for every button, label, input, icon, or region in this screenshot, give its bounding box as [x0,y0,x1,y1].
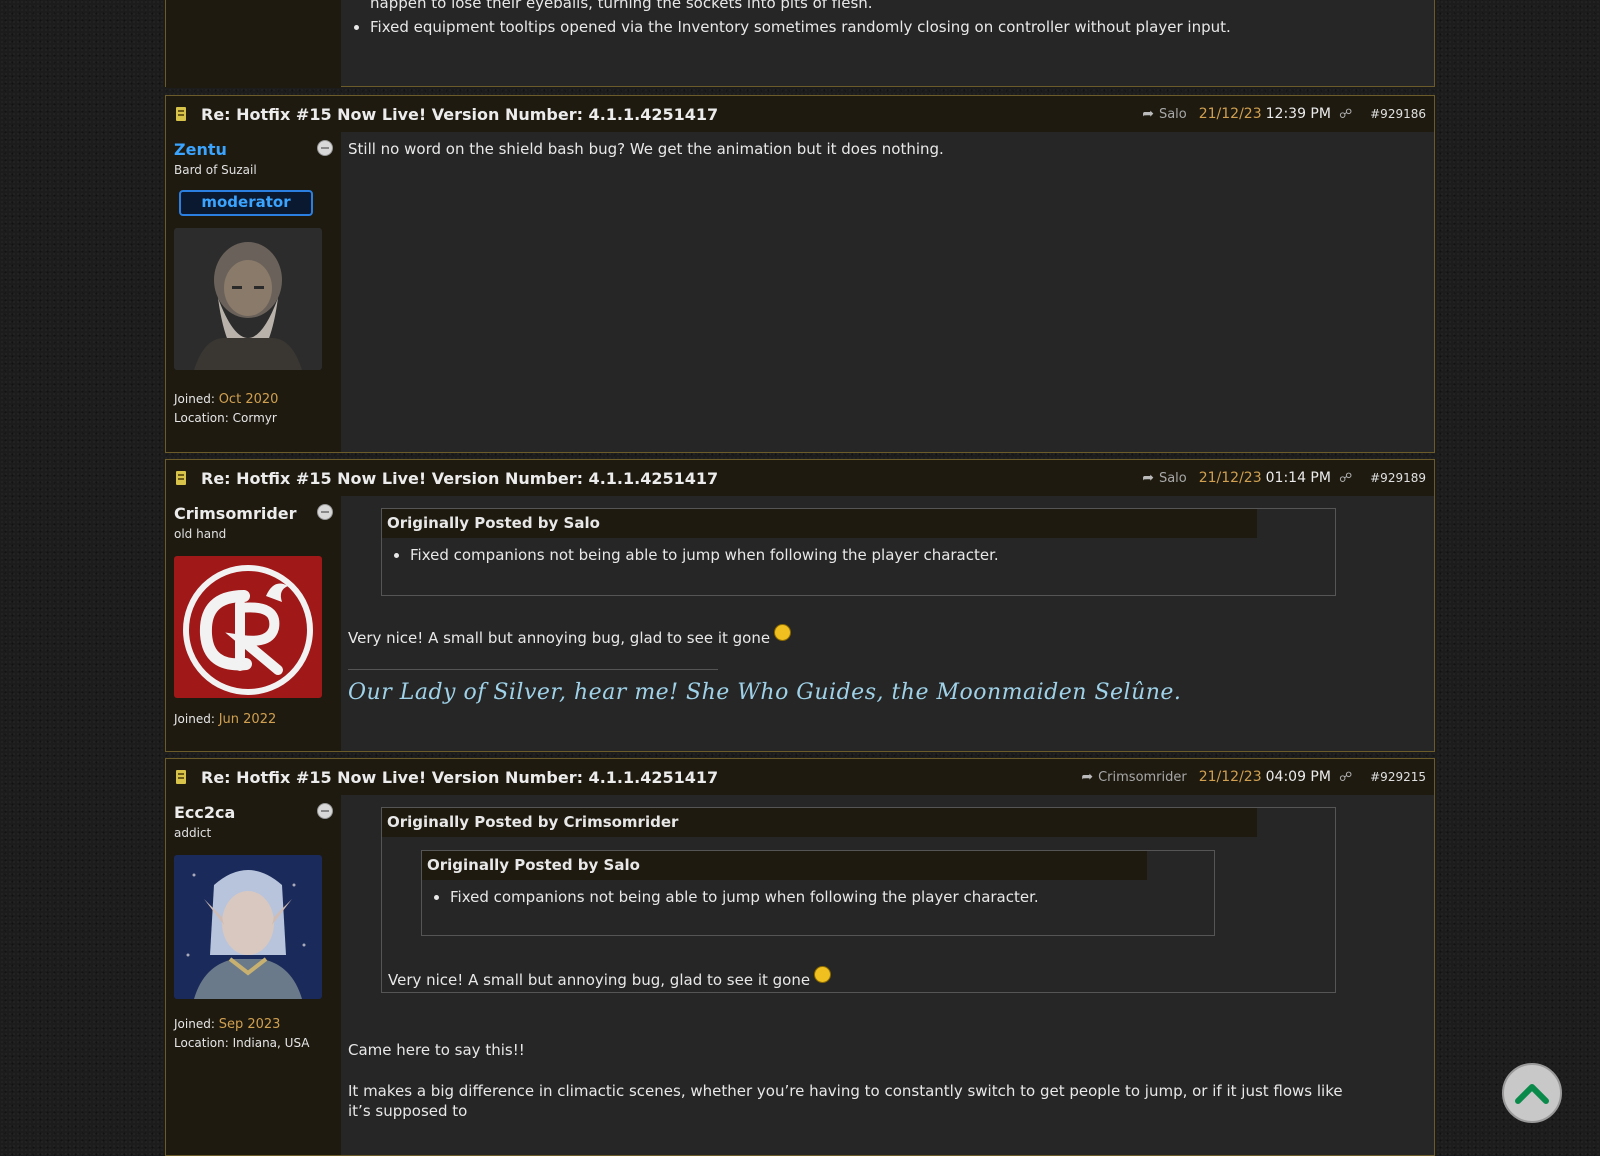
user-title: Bard of Suzail [174,163,257,177]
location-value: Cormyr [232,411,277,425]
user-column: Crimsomrider old hand Joined: Jun 2022 [166,496,341,751]
share-icon[interactable]: ☍ [1339,770,1352,785]
joined-date: Jun 2022 [218,712,277,727]
scroll-to-top-button[interactable] [1502,1063,1562,1123]
quote-header: Originally Posted by Salo [422,851,1147,880]
post-header: Re: Hotfix #15 Now Live! Version Number:… [166,460,1434,496]
post-time: 01:14 PM [1265,470,1331,486]
quote-block: Originally Posted by Crimsomrider Origin… [381,807,1336,993]
quote-message: Very nice! A small but annoying bug, gla… [388,971,811,989]
username[interactable]: Ecc2ca [174,803,333,822]
reply-arrow-icon: ➦ [1142,106,1154,122]
username[interactable]: Crimsomrider [174,504,333,523]
reply-to-link[interactable]: ➦ Salo [1142,106,1187,122]
post-number-link[interactable]: #929186 [1370,107,1426,121]
avatar[interactable] [174,228,322,370]
message-text: Still no word on the shield bash bug? We… [348,140,944,158]
post-date: 21/12/23 [1198,769,1262,785]
user-column: Zentu Bard of Suzail moderator Joined: O… [166,132,341,452]
grin-emoji-icon [774,624,792,641]
moderator-badge: moderator [179,190,313,216]
quote-bullet: Fixed companions not being able to jump … [450,888,1214,906]
bullet-item: happen to lose their eyeballs, turning t… [370,0,873,12]
post-subject[interactable]: Re: Hotfix #15 Now Live! Version Number:… [201,105,718,124]
message-text: Very nice! A small but annoying bug, gla… [348,629,771,647]
post-message: Originally Posted by Crimsomrider Origin… [341,795,1434,1155]
message-text: Came here to say this!! [348,1041,525,1059]
reply-arrow-icon: ➦ [1081,769,1094,785]
joined-date: Sep 2023 [218,1017,281,1032]
post-header: Re: Hotfix #15 Now Live! Version Number:… [166,759,1434,795]
offline-status-icon [317,140,333,156]
post: Re: Hotfix #15 Now Live! Version Number:… [165,95,1435,453]
location-value: Indiana, USA [232,1036,310,1050]
user-column: Ecc2ca addict Joined: Sep 2023 Location:… [166,795,341,1155]
post-message: happen to lose their eyeballs, turning t… [341,0,1434,88]
offline-status-icon [317,803,333,819]
reply-to-link[interactable]: ➦ Salo [1142,470,1187,486]
post-date: 21/12/23 [1198,106,1262,122]
user-title: old hand [174,527,227,541]
chevron-up-icon [1515,1084,1549,1104]
joined-date: Oct 2020 [218,392,279,407]
joined-label: Joined: [174,1017,215,1031]
post-icon [176,471,186,485]
quote-header: Originally Posted by Crimsomrider [382,808,1257,837]
signature: Our Lady of Silver, hear me! She Who Gui… [348,680,1182,705]
post-number-link[interactable]: #929189 [1370,471,1426,485]
post-time: 04:09 PM [1265,769,1331,785]
joined-label: Joined: [174,712,215,726]
location-label: Location: [174,411,229,425]
user-column [166,0,341,88]
reply-to-user[interactable]: Salo [1159,471,1187,486]
quote-header: Originally Posted by Salo [382,509,1257,538]
post: Re: Hotfix #15 Now Live! Version Number:… [165,459,1435,752]
location-label: Location: [174,1036,229,1050]
reply-to-user[interactable]: Crimsomrider [1098,770,1187,785]
post-icon [176,107,186,121]
message-text: It makes a big difference in climactic s… [348,1082,1343,1120]
quote-bullet: Fixed companions not being able to jump … [410,546,1335,564]
reply-to-user[interactable]: Salo [1159,107,1187,122]
post-header: Re: Hotfix #15 Now Live! Version Number:… [166,96,1434,132]
user-title: addict [174,826,212,840]
post-partial: happen to lose their eyeballs, turning t… [165,0,1435,88]
post-subject[interactable]: Re: Hotfix #15 Now Live! Version Number:… [201,469,718,488]
bullet-item: Fixed equipment tooltips opened via the … [370,15,1427,39]
nested-quote-block: Originally Posted by Salo Fixed companio… [421,850,1215,936]
post-message: Still no word on the shield bash bug? We… [341,132,1434,452]
reply-arrow-icon: ➦ [1142,470,1154,486]
share-icon[interactable]: ☍ [1339,107,1352,122]
signature-divider [348,669,718,670]
share-icon[interactable]: ☍ [1339,471,1352,486]
post-time: 12:39 PM [1265,106,1331,122]
offline-status-icon [317,504,333,520]
post-number-link[interactable]: #929215 [1370,770,1426,784]
joined-label: Joined: [174,392,215,406]
grin-emoji-icon [814,966,832,983]
username[interactable]: Zentu [174,140,333,159]
quote-block: Originally Posted by Salo Fixed companio… [381,508,1336,596]
post: Re: Hotfix #15 Now Live! Version Number:… [165,758,1435,1156]
post-subject[interactable]: Re: Hotfix #15 Now Live! Version Number:… [201,768,718,787]
post-date: 21/12/23 [1198,470,1262,486]
post-icon [176,770,186,784]
reply-to-link[interactable]: ➦ Crimsomrider [1081,769,1186,785]
avatar[interactable] [174,855,322,999]
post-message: Originally Posted by Salo Fixed companio… [341,496,1434,751]
avatar[interactable] [174,556,322,698]
